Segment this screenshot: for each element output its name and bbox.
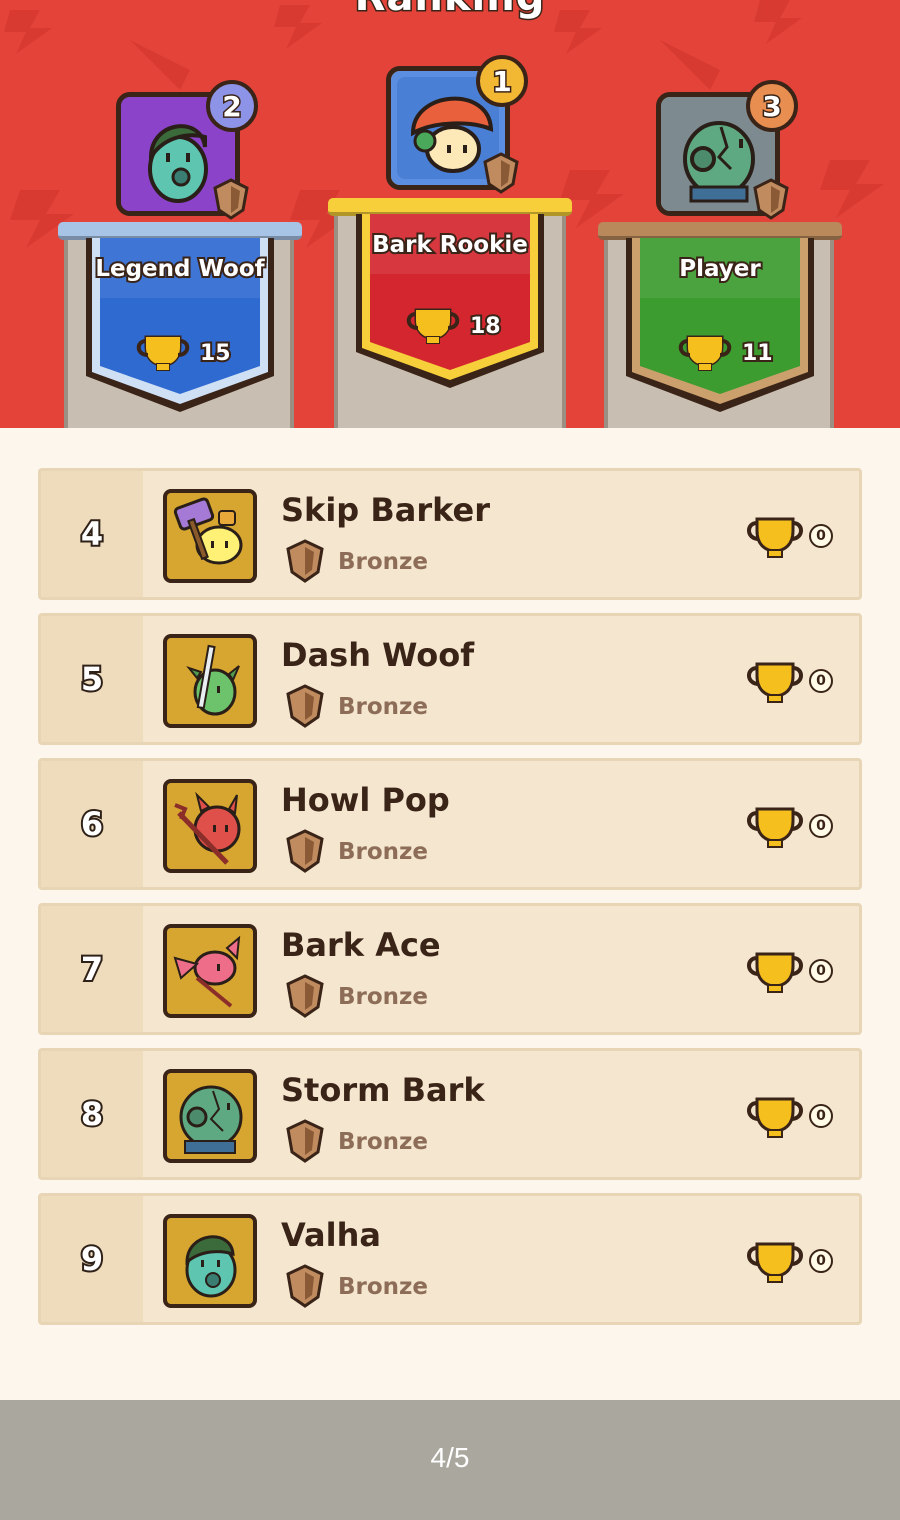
row-rank-number: 6 bbox=[79, 803, 105, 845]
player-name: Howl Pop bbox=[281, 781, 450, 819]
ranking-row[interactable]: 7 Bark Ace Bronze 0 bbox=[38, 903, 862, 1035]
podium-banner-1[interactable]: Bark Rookie 18 bbox=[352, 214, 548, 390]
podium-name-1: Bark Rookie bbox=[370, 230, 530, 260]
trophy-icon bbox=[747, 662, 803, 703]
player-name: Skip Barker bbox=[281, 491, 491, 529]
row-rank-number: 4 bbox=[79, 513, 105, 555]
trophy-icon bbox=[747, 1097, 803, 1138]
trophy-icon bbox=[136, 335, 190, 371]
trophy-count: 0 bbox=[809, 1104, 833, 1128]
tier-label: Bronze bbox=[338, 549, 429, 575]
pink-demon-avatar-icon[interactable] bbox=[163, 924, 257, 1018]
row-rank-number: 9 bbox=[79, 1238, 105, 1280]
trophy-icon bbox=[747, 1242, 803, 1283]
tier-label: Bronze bbox=[338, 1274, 429, 1300]
bronze-shield-icon bbox=[213, 178, 249, 220]
tier-label: Bronze bbox=[338, 839, 429, 865]
player-name: Dash Woof bbox=[281, 636, 475, 674]
podium-banner-3[interactable]: Player 11 bbox=[622, 238, 818, 416]
trophy-icon bbox=[747, 952, 803, 993]
bronze-shield-icon bbox=[753, 178, 789, 220]
trophy-icon bbox=[747, 517, 803, 558]
podium-score-2: 15 bbox=[134, 333, 233, 373]
podium-score-1: 18 bbox=[404, 306, 503, 346]
chick-hammer-avatar-icon[interactable] bbox=[163, 489, 257, 583]
ranking-row[interactable]: 4 Skip Barker Bronze 0 bbox=[38, 468, 862, 600]
row-rank-number: 5 bbox=[79, 658, 105, 700]
ranking-row[interactable]: 8 Storm Bark Bronze 0 bbox=[38, 1048, 862, 1180]
podium-score-3: 11 bbox=[676, 333, 775, 373]
page-indicator: 4/5 bbox=[430, 1442, 470, 1473]
podium-name-3: Player bbox=[677, 254, 763, 284]
bronze-shield-icon bbox=[286, 539, 324, 583]
tier-label: Bronze bbox=[338, 1129, 429, 1155]
podium-trophies-3: 11 bbox=[740, 339, 775, 368]
tier-label: Bronze bbox=[338, 984, 429, 1010]
trophy-count: 0 bbox=[809, 814, 833, 838]
row-rank-number: 8 bbox=[79, 1093, 105, 1135]
trophy-icon bbox=[406, 308, 460, 344]
trophy-count: 0 bbox=[809, 1249, 833, 1273]
bronze-shield-icon bbox=[286, 684, 324, 728]
bronze-shield-icon bbox=[286, 1119, 324, 1163]
page-title: Ranking bbox=[0, 0, 900, 22]
ranking-row[interactable]: 9 Valha Bronze 0 bbox=[38, 1193, 862, 1325]
player-name: Valha bbox=[281, 1216, 381, 1254]
bronze-shield-icon bbox=[286, 974, 324, 1018]
devil-pitchfork-avatar-icon[interactable] bbox=[163, 779, 257, 873]
tier-label: Bronze bbox=[338, 694, 429, 720]
ranking-row[interactable]: 5 Dash Woof Bronze 0 bbox=[38, 613, 862, 745]
zombie-avatar-icon[interactable] bbox=[163, 1069, 257, 1163]
ranking-list[interactable]: 4 Skip Barker Bronze 0 5 Dash Woof Bronz… bbox=[0, 428, 900, 1400]
player-name: Storm Bark bbox=[281, 1071, 485, 1109]
rank-medal-2: 2 bbox=[206, 80, 258, 132]
bronze-shield-icon bbox=[483, 152, 519, 194]
podium-banner-2[interactable]: Legend Woof 15 bbox=[82, 238, 278, 416]
podium-trophies-1: 18 bbox=[468, 312, 503, 341]
ranking-row[interactable]: 6 Howl Pop Bronze 0 bbox=[38, 758, 862, 890]
bronze-shield-icon bbox=[286, 829, 324, 873]
rank-medal-3: 3 bbox=[746, 80, 798, 132]
rank-medal-1: 1 bbox=[476, 55, 528, 107]
bronze-shield-icon bbox=[286, 1264, 324, 1308]
podium-header: Ranking Legend Woof 15 2 bbox=[0, 0, 900, 428]
trophy-count: 0 bbox=[809, 959, 833, 983]
dragon-sword-avatar-icon[interactable] bbox=[163, 634, 257, 728]
row-rank-number: 7 bbox=[79, 948, 105, 990]
footer-bar: 4/5 bbox=[0, 1400, 900, 1520]
trophy-count: 0 bbox=[809, 669, 833, 693]
trophy-count: 0 bbox=[809, 524, 833, 548]
goblin-avatar-icon[interactable] bbox=[163, 1214, 257, 1308]
trophy-icon bbox=[678, 335, 732, 371]
trophy-icon bbox=[747, 807, 803, 848]
player-name: Bark Ace bbox=[281, 926, 441, 964]
podium-name-2: Legend Woof bbox=[93, 254, 266, 284]
podium-trophies-2: 15 bbox=[198, 339, 233, 368]
